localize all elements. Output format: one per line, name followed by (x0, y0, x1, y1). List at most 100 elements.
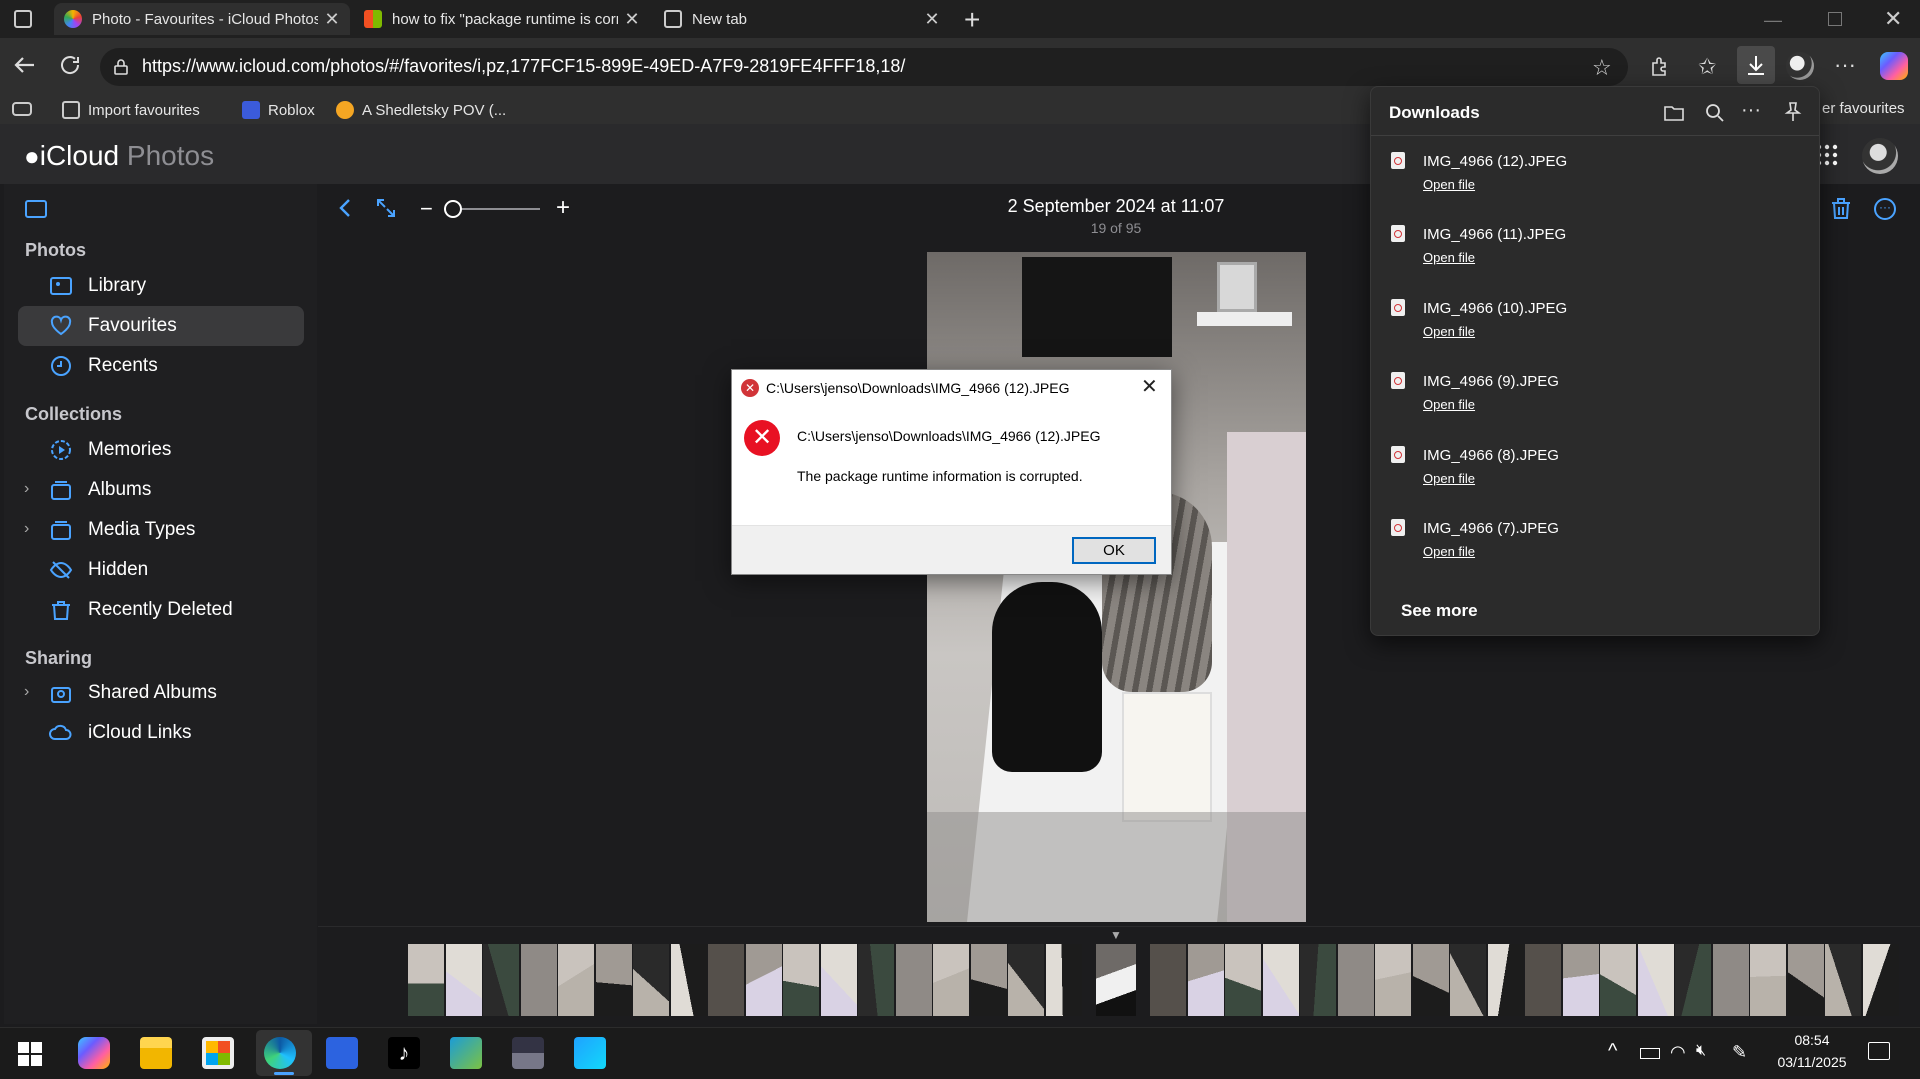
copilot-icon[interactable] (1880, 52, 1908, 80)
filmstrip-thumbnail[interactable] (595, 944, 632, 1016)
download-item[interactable]: IMG_4966 (12).JPEG Open file (1371, 147, 1819, 207)
main-photo[interactable] (927, 252, 1306, 922)
filmstrip-thumbnail[interactable] (483, 944, 519, 1016)
filmstrip-thumbnail[interactable] (933, 944, 969, 1016)
taskbar-roblox-icon[interactable] (326, 1037, 358, 1069)
filmstrip-thumbnail[interactable] (858, 944, 894, 1016)
filmstrip-thumbnail[interactable] (408, 944, 444, 1016)
filmstrip-thumbnail[interactable] (1337, 944, 1374, 1016)
open-file-link[interactable]: Open file (1423, 324, 1475, 339)
sidebar-item-icloud-links[interactable]: iCloud Links (18, 713, 304, 753)
downloads-button[interactable] (1737, 46, 1775, 84)
filmstrip-thumbnail[interactable] (1637, 944, 1674, 1016)
taskbar-edge-icon[interactable] (264, 1037, 296, 1069)
open-file-link[interactable]: Open file (1423, 544, 1475, 559)
site-info-icon[interactable] (112, 58, 130, 76)
filmstrip-thumbnail[interactable] (633, 944, 669, 1016)
tab-how-to-fix[interactable]: how to fix "package runtime is corrupted… (354, 3, 650, 35)
open-file-link[interactable]: Open file (1423, 471, 1475, 486)
filmstrip-thumbnail[interactable] (970, 944, 1007, 1016)
filmstrip-current-thumbnail[interactable] (1096, 944, 1136, 1016)
filmstrip-thumbnail[interactable] (1375, 944, 1411, 1016)
filmstrip-thumbnail[interactable] (520, 944, 557, 1016)
tab-new-tab[interactable]: New tab ✕ (654, 3, 950, 35)
dialog-close-icon[interactable]: ✕ (1141, 374, 1158, 399)
restore-icon[interactable] (1828, 12, 1842, 26)
clock-date[interactable]: 03/11/2025 (1766, 1054, 1858, 1070)
filmstrip-thumbnail[interactable] (1412, 944, 1449, 1016)
chevron-right-icon[interactable]: › (24, 520, 29, 538)
delete-icon[interactable] (1830, 196, 1852, 220)
filmstrip-thumbnail[interactable] (745, 944, 782, 1016)
see-more-link[interactable]: See more (1401, 601, 1478, 621)
expand-icon[interactable] (374, 196, 398, 220)
filmstrip-thumbnail[interactable] (1487, 944, 1524, 1016)
icloud-photos-logo[interactable]: ●iCloud Photos (24, 140, 214, 172)
battery-icon[interactable] (1640, 1048, 1660, 1059)
sidebar-item-albums[interactable]: › Albums (18, 470, 304, 510)
filmstrip-thumbnail[interactable] (1150, 944, 1186, 1016)
filmstrip-thumbnail[interactable] (1712, 944, 1749, 1016)
taskbar-copilot-icon[interactable] (78, 1037, 110, 1069)
filmstrip-thumbnail[interactable] (1825, 944, 1861, 1016)
new-tab-plus-icon[interactable]: + (964, 4, 980, 36)
chevron-right-icon[interactable]: › (24, 480, 29, 498)
start-button[interactable] (18, 1042, 42, 1066)
bookmark-roblox[interactable]: Roblox (242, 98, 315, 122)
close-tab-icon[interactable]: ✕ (924, 9, 940, 30)
close-tab-icon[interactable]: ✕ (624, 9, 640, 30)
filmstrip-thumbnail[interactable] (783, 944, 819, 1016)
tray-chevron-up-icon[interactable]: ^ (1608, 1040, 1617, 1063)
chevron-right-icon[interactable]: › (24, 683, 29, 701)
favourites-icon[interactable]: ✩ (1698, 54, 1716, 80)
open-file-link[interactable]: Open file (1423, 177, 1475, 192)
filmstrip-thumbnail[interactable] (1045, 944, 1082, 1016)
sidebar-toggle-icon[interactable] (12, 102, 32, 116)
zoom-in-icon[interactable]: + (556, 194, 570, 222)
sidebar-item-memories[interactable]: Memories (18, 430, 304, 470)
sidebar-item-hidden[interactable]: Hidden (18, 550, 304, 590)
sidebar-item-recents[interactable]: Recents (18, 346, 304, 386)
download-item[interactable]: IMG_4966 (7).JPEG Open file (1371, 514, 1819, 574)
filmstrip-thumbnail[interactable] (895, 944, 932, 1016)
zoom-slider-thumb[interactable] (444, 200, 462, 218)
pen-icon[interactable]: ✎ (1732, 1042, 1747, 1063)
tab-actions-icon[interactable] (14, 10, 32, 28)
wifi-icon[interactable]: ◠ (1670, 1042, 1686, 1063)
account-avatar[interactable] (1862, 138, 1898, 174)
taskbar-tiktok-icon[interactable]: ♪ (388, 1037, 420, 1069)
refresh-icon[interactable] (58, 53, 82, 77)
taskbar-file-explorer-icon[interactable] (140, 1037, 172, 1069)
minimize-icon[interactable]: — (1764, 10, 1782, 31)
download-item[interactable]: IMG_4966 (8).JPEG Open file (1371, 441, 1819, 501)
clock-time[interactable]: 08:54 (1770, 1032, 1854, 1048)
filmstrip-thumbnail[interactable] (1008, 944, 1044, 1016)
filmstrip-thumbnail[interactable] (1187, 944, 1224, 1016)
close-tab-icon[interactable]: ✕ (324, 9, 340, 30)
volume-muted-icon[interactable]: 🔇︎ (1696, 1042, 1706, 1060)
filmstrip-thumbnail[interactable] (1600, 944, 1636, 1016)
bookmark-import-favourites[interactable]: Import favourites (62, 98, 200, 122)
more-actions-icon[interactable]: ··· (1874, 198, 1896, 220)
downloads-more-icon[interactable]: ··· (1741, 99, 1761, 122)
zoom-out-icon[interactable]: − (420, 196, 433, 222)
taskbar-photo-app-icon[interactable] (512, 1037, 544, 1069)
filmstrip-thumbnail[interactable] (708, 944, 744, 1016)
taskbar-app-icon[interactable] (450, 1037, 482, 1069)
pin-icon[interactable] (1783, 101, 1803, 123)
filmstrip-thumbnail[interactable] (670, 944, 707, 1016)
back-to-grid-icon[interactable] (336, 196, 354, 220)
open-file-link[interactable]: Open file (1423, 250, 1475, 265)
sidebar-collapse-icon[interactable] (25, 200, 47, 218)
tab-icloud-photos[interactable]: Photo - Favourites - iCloud Photos ✕ (54, 3, 350, 35)
sidebar-item-shared-albums[interactable]: › Shared Albums (18, 673, 304, 713)
sidebar-item-library[interactable]: Library (18, 266, 304, 306)
open-folder-icon[interactable] (1663, 103, 1685, 123)
sidebar-item-favourites[interactable]: Favourites (18, 306, 304, 346)
filmstrip-thumbnail[interactable] (1562, 944, 1599, 1016)
other-favourites[interactable]: er favourites (1822, 100, 1905, 117)
filmstrip-thumbnail[interactable] (1300, 944, 1336, 1016)
filmstrip-thumbnail[interactable] (1525, 944, 1561, 1016)
filmstrip-thumbnail[interactable] (558, 944, 594, 1016)
profile-avatar[interactable] (1786, 52, 1814, 80)
